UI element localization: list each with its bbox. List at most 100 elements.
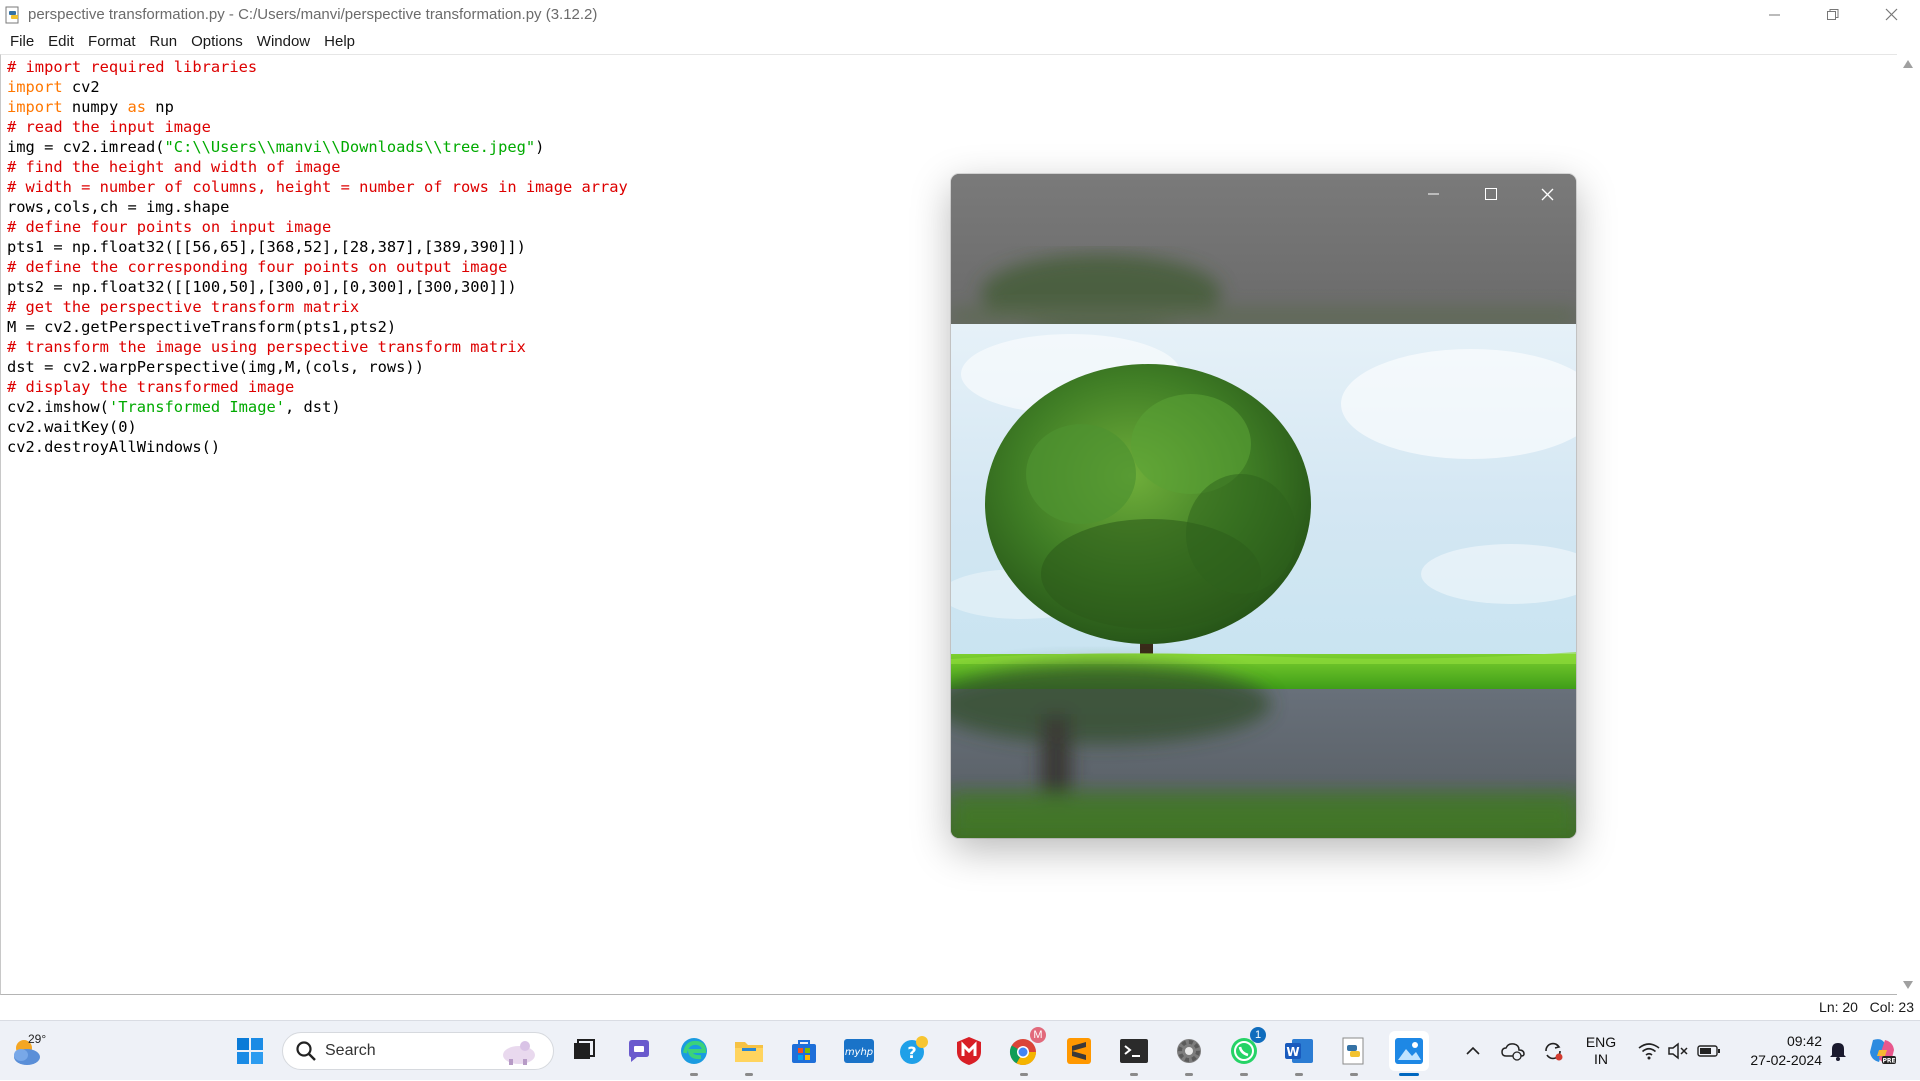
code-line[interactable]: import cv2 — [7, 77, 628, 97]
clock-date: 27-02-2024 — [1750, 1052, 1822, 1068]
menu-options[interactable]: Options — [185, 33, 251, 50]
code-line[interactable]: pts2 = np.float32([[100,50],[300,0],[0,3… — [7, 277, 628, 297]
code-token: "C:\\Users\\manvi\\Downloads\\tree.jpeg" — [164, 138, 536, 156]
menu-window[interactable]: Window — [251, 33, 318, 50]
notifications-button[interactable] — [1822, 1021, 1854, 1081]
taskbar-chat[interactable] — [619, 1031, 659, 1071]
taskbar-task-view[interactable] — [564, 1031, 604, 1071]
menu-file[interactable]: File — [4, 33, 42, 50]
python-file-icon — [4, 6, 22, 24]
code-token: pts1 = np.float32([[56,65],[368,52],[28,… — [7, 238, 526, 256]
code-line[interactable]: cv2.waitKey(0) — [7, 417, 628, 437]
transformed-image-window[interactable] — [951, 174, 1576, 838]
code-text[interactable]: # import required libraries import cv2 imp… — [7, 57, 628, 457]
open-indicator — [1350, 1073, 1358, 1076]
wifi-icon — [1638, 1043, 1660, 1060]
tray-onedrive[interactable] — [1496, 1021, 1530, 1081]
menu-format[interactable]: Format — [82, 33, 144, 50]
search-highlight-icon — [503, 1041, 535, 1065]
code-line[interactable]: cv2.imshow('Transformed Image', dst) — [7, 397, 628, 417]
sublime-icon — [1067, 1038, 1091, 1064]
code-editor[interactable]: # import required libraries import cv2 imp… — [0, 54, 1897, 995]
language-indicator[interactable]: ENG IN — [1578, 1021, 1624, 1081]
code-line[interactable]: # transform the image using perspective … — [7, 337, 628, 357]
battery-icon — [1697, 1045, 1720, 1057]
code-line[interactable]: img = cv2.imread("C:\\Users\\manvi\\Down… — [7, 137, 628, 157]
scroll-down-icon[interactable] — [1903, 981, 1913, 989]
code-line[interactable]: cv2.destroyAllWindows() — [7, 437, 628, 457]
code-line[interactable]: # import required libraries — [7, 57, 628, 77]
code-line[interactable]: # read the input image — [7, 117, 628, 137]
code-line[interactable]: rows,cols,ch = img.shape — [7, 197, 628, 217]
taskbar-python-idle[interactable] — [1334, 1031, 1374, 1076]
code-line[interactable]: dst = cv2.warpPerspective(img,M,(cols, r… — [7, 357, 628, 377]
line-number: Ln: 20 — [1819, 999, 1858, 1015]
taskbar-start-button[interactable] — [230, 1031, 270, 1071]
taskbar-settings[interactable] — [1169, 1031, 1209, 1076]
bell-icon — [1830, 1043, 1846, 1061]
code-token: # define four points on input image — [7, 218, 332, 236]
menu-edit[interactable]: Edit — [42, 33, 82, 50]
code-token: as — [127, 98, 147, 116]
restore-button[interactable] — [1804, 0, 1862, 29]
taskbar-edge[interactable] — [674, 1031, 714, 1076]
taskbar-file-explorer[interactable] — [729, 1031, 769, 1076]
taskbar-terminal[interactable] — [1114, 1031, 1154, 1076]
code-token: # read the input image — [7, 118, 211, 136]
window-title: perspective transformation.py - C:/Users… — [28, 6, 598, 23]
menu-help[interactable]: Help — [318, 33, 363, 50]
tray-overflow-button[interactable] — [1458, 1021, 1488, 1081]
copilot-button[interactable]: PRE — [1862, 1021, 1902, 1081]
taskbar-chrome[interactable]: M — [1004, 1027, 1046, 1076]
menu-run[interactable]: Run — [144, 33, 186, 50]
whatsapp-unread-badge: 1 — [1250, 1027, 1266, 1043]
open-indicator — [1399, 1073, 1419, 1076]
code-line[interactable]: # display the transformed image — [7, 377, 628, 397]
status-bar: Ln: 20 Col: 23 — [0, 995, 1920, 1020]
language-code: ENG — [1585, 1034, 1617, 1050]
code-line[interactable]: M = cv2.getPerspectiveTransform(pts1,pts… — [7, 317, 628, 337]
system-clock[interactable]: 09:42 27-02-2024 — [1732, 1021, 1822, 1081]
scroll-up-icon[interactable] — [1903, 60, 1913, 68]
vertical-scrollbar[interactable] — [1897, 54, 1920, 995]
taskbar-search-box[interactable]: Search — [282, 1032, 554, 1070]
code-line[interactable]: # find the height and width of image — [7, 157, 628, 177]
taskbar-mcafee[interactable] — [949, 1031, 989, 1071]
close-button[interactable] — [1862, 0, 1920, 29]
tray-battery[interactable] — [1692, 1021, 1726, 1081]
code-token: dst = cv2.warpPerspective(img,M,(cols, r… — [7, 358, 424, 376]
image-window-maximize-button[interactable] — [1462, 174, 1519, 214]
taskbar-sublime[interactable] — [1059, 1031, 1099, 1071]
minimize-button[interactable] — [1746, 0, 1804, 29]
code-line[interactable]: # width = number of columns, height = nu… — [7, 177, 628, 197]
tray-volume[interactable] — [1664, 1021, 1692, 1081]
weather-widget[interactable]: 29° — [10, 1031, 54, 1071]
svg-text:PRE: PRE — [1882, 1058, 1895, 1065]
tray-sync[interactable] — [1536, 1021, 1570, 1081]
code-line[interactable]: pts1 = np.float32([[56,65],[368,52],[28,… — [7, 237, 628, 257]
image-window-minimize-button[interactable] — [1405, 174, 1462, 214]
tray-wifi[interactable] — [1634, 1021, 1664, 1081]
code-line[interactable]: import numpy as np — [7, 97, 628, 117]
code-line[interactable]: # define four points on input image — [7, 217, 628, 237]
column-number: Col: 23 — [1869, 999, 1914, 1015]
open-indicator — [690, 1073, 698, 1076]
cloud-sync-icon — [1501, 1043, 1525, 1061]
code-line[interactable]: # get the perspective transform matrix — [7, 297, 628, 317]
taskbar-word[interactable]: W — [1279, 1031, 1319, 1076]
chrome-profile-badge: M — [1030, 1027, 1046, 1043]
image-window-close-button[interactable] — [1519, 174, 1576, 214]
edge-icon — [681, 1038, 707, 1064]
code-token: # get the perspective transform matrix — [7, 298, 360, 316]
taskbar-whatsapp[interactable]: 1 — [1224, 1027, 1266, 1076]
taskbar-store[interactable] — [784, 1031, 824, 1071]
taskbar-image-viewer[interactable] — [1389, 1031, 1429, 1076]
title-bar: perspective transformation.py - C:/Users… — [0, 0, 1920, 29]
volume-muted-icon — [1668, 1042, 1688, 1060]
minimize-icon — [1769, 14, 1780, 15]
taskbar-help[interactable]: ? — [894, 1031, 934, 1071]
code-line[interactable]: # define the corresponding four points o… — [7, 257, 628, 277]
close-icon — [1541, 188, 1554, 200]
taskbar-myhp[interactable]: myhp — [839, 1031, 879, 1071]
clock-time: 09:42 — [1786, 1033, 1822, 1049]
